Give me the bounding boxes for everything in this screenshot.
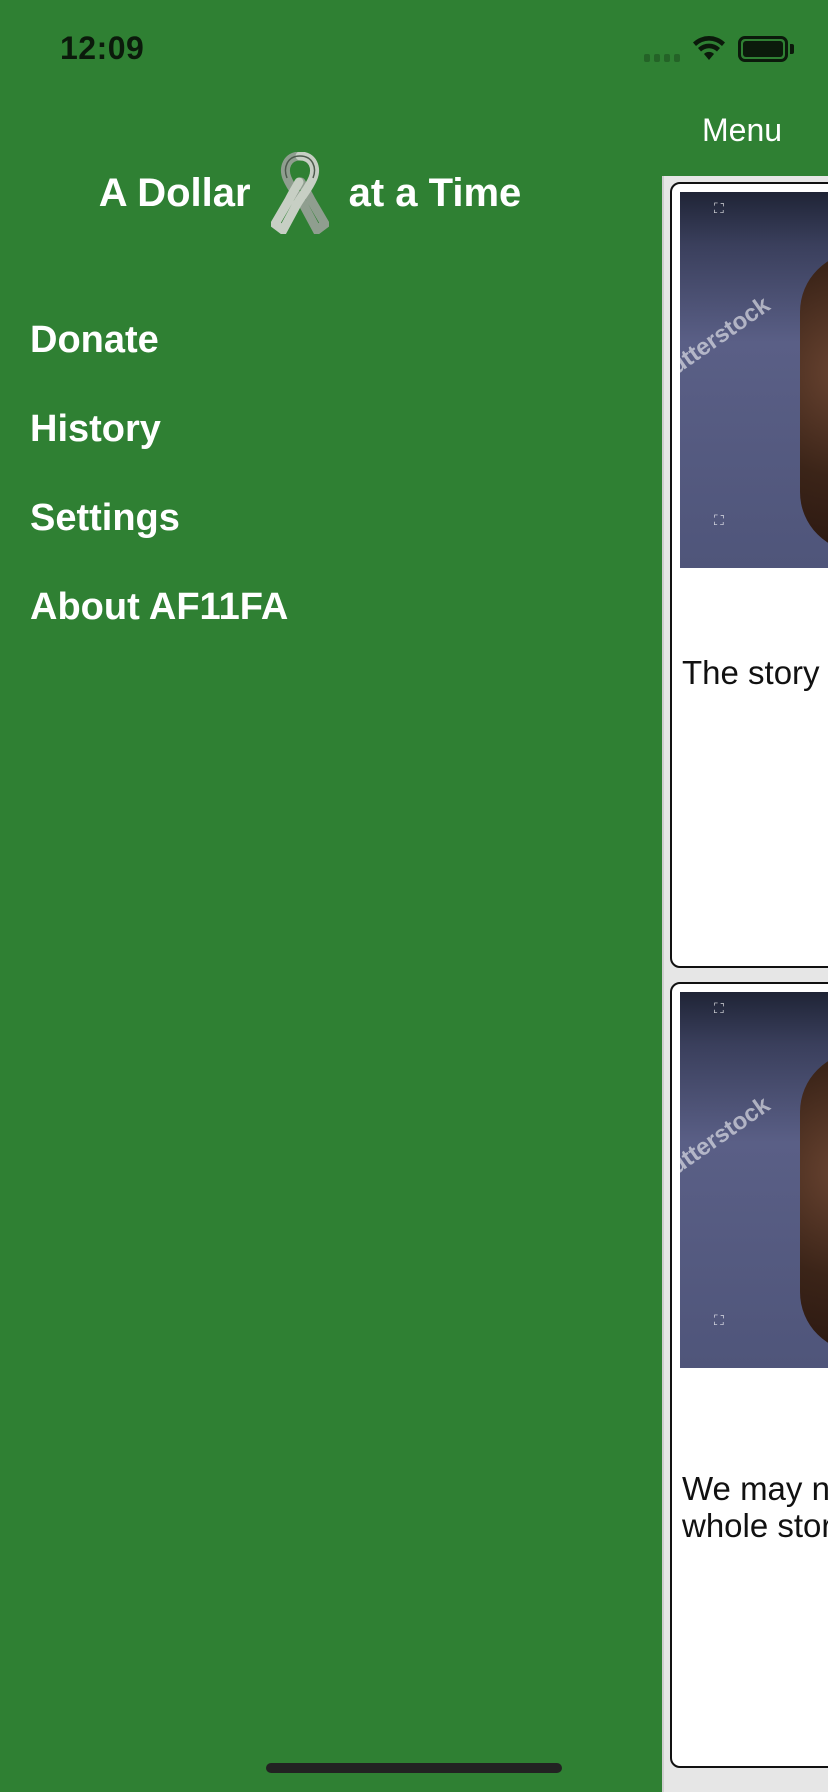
menu-button[interactable]: Menu	[702, 112, 782, 149]
menu-item-about[interactable]: About AF11FA	[30, 563, 288, 652]
menu-item-settings[interactable]: Settings	[30, 474, 288, 563]
content-panel: ⛶ ⛶ utterstock The story ⛶ ⛶ utterstock …	[662, 176, 828, 1792]
status-icons	[644, 36, 794, 62]
app-header: A Dollar at a Time	[0, 148, 620, 238]
image-watermark: utterstock	[680, 1091, 775, 1180]
story-image: ⛶ ⛶ utterstock	[680, 192, 828, 568]
story-text: The story	[682, 654, 820, 691]
home-indicator[interactable]	[266, 1763, 562, 1773]
app-screen: 12:09 A Dollar at a Time Donate History …	[0, 0, 828, 1792]
app-title-right: at a Time	[348, 170, 522, 215]
image-watermark: utterstock	[680, 291, 775, 380]
story-image: ⛶ ⛶ utterstock	[680, 992, 828, 1368]
cellular-signal-icon	[644, 36, 680, 62]
menu-list: Donate History Settings About AF11FA	[30, 296, 288, 652]
app-title-left: A Dollar	[98, 170, 251, 215]
status-time: 12:09	[60, 30, 145, 66]
battery-icon	[738, 36, 794, 62]
awareness-ribbon-icon	[270, 152, 329, 234]
story-card[interactable]: ⛶ ⛶ utterstock We may n whole stor	[670, 982, 828, 1768]
status-bar: 12:09	[0, 0, 828, 96]
story-card[interactable]: ⛶ ⛶ utterstock The story	[670, 182, 828, 968]
wifi-icon	[693, 36, 725, 60]
side-menu: A Dollar at a Time Donate History Settin…	[0, 96, 662, 1792]
story-text: We may n whole stor	[682, 1470, 828, 1544]
menu-item-history[interactable]: History	[30, 385, 288, 474]
menu-item-donate[interactable]: Donate	[30, 296, 288, 385]
